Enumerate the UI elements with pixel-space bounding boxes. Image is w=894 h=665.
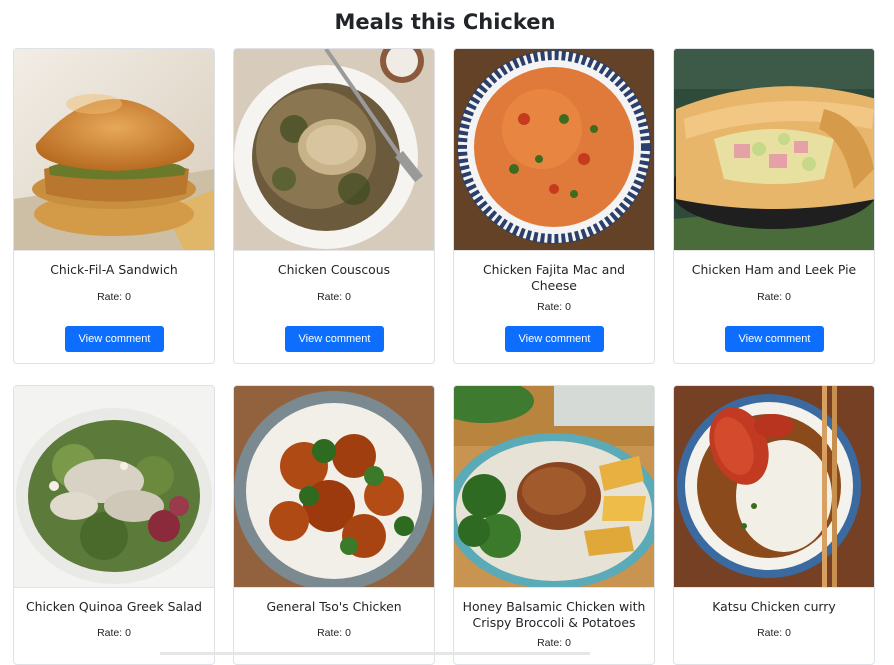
meal-rate: Rate: 0 (97, 291, 131, 303)
meal-title: General Tso's Chicken (266, 599, 402, 614)
chicken-sandwich-image[interactable] (14, 49, 214, 251)
meal-rate: Rate: 0 (97, 627, 131, 639)
meal-card: Chick-Fil-A Sandwich Rate: 0 View commen… (13, 48, 215, 364)
meal-title: Honey Balsamic Chicken with Crispy Brocc… (462, 599, 646, 630)
meal-card: Chicken Quinoa Greek Salad Rate: 0 (13, 385, 215, 665)
meal-rate: Rate: 0 (537, 637, 571, 649)
ham-leek-pie-image[interactable] (674, 49, 874, 251)
meal-card: Chicken Fajita Mac and Cheese Rate: 0 Vi… (453, 48, 655, 364)
view-comment-button[interactable]: View comment (725, 326, 824, 352)
meal-card: Chicken Ham and Leek Pie Rate: 0 View co… (673, 48, 875, 364)
meal-title: Chicken Quinoa Greek Salad (25, 599, 203, 614)
meal-rate: Rate: 0 (317, 627, 351, 639)
view-comment-button[interactable]: View comment (505, 326, 604, 352)
page-title: Meals this Chicken (334, 10, 556, 34)
chicken-couscous-image[interactable] (234, 49, 434, 251)
view-comment-button[interactable]: View comment (65, 326, 164, 352)
meal-card: Honey Balsamic Chicken with Crispy Brocc… (453, 385, 655, 665)
meal-title: Chicken Ham and Leek Pie (691, 262, 857, 277)
quinoa-salad-image[interactable] (14, 386, 214, 588)
meal-card: General Tso's Chicken Rate: 0 (233, 385, 435, 665)
honey-balsamic-image[interactable] (454, 386, 654, 588)
meal-card: Katsu Chicken curry Rate: 0 (673, 385, 875, 665)
meal-title: Chicken Couscous (277, 262, 391, 277)
meal-title: Chick-Fil-A Sandwich (50, 262, 178, 277)
meal-card: Chicken Couscous Rate: 0 View comment (233, 48, 435, 364)
fajita-mac-image[interactable] (454, 49, 654, 251)
meal-title: Katsu Chicken curry (712, 599, 836, 614)
meal-rate: Rate: 0 (757, 291, 791, 303)
meal-rate: Rate: 0 (537, 301, 571, 313)
general-tso-image[interactable] (234, 386, 434, 588)
meal-rate: Rate: 0 (757, 627, 791, 639)
meal-rate: Rate: 0 (317, 291, 351, 303)
katsu-curry-image[interactable] (674, 386, 874, 588)
meal-title: Chicken Fajita Mac and Cheese (482, 262, 626, 293)
view-comment-button[interactable]: View comment (285, 326, 384, 352)
